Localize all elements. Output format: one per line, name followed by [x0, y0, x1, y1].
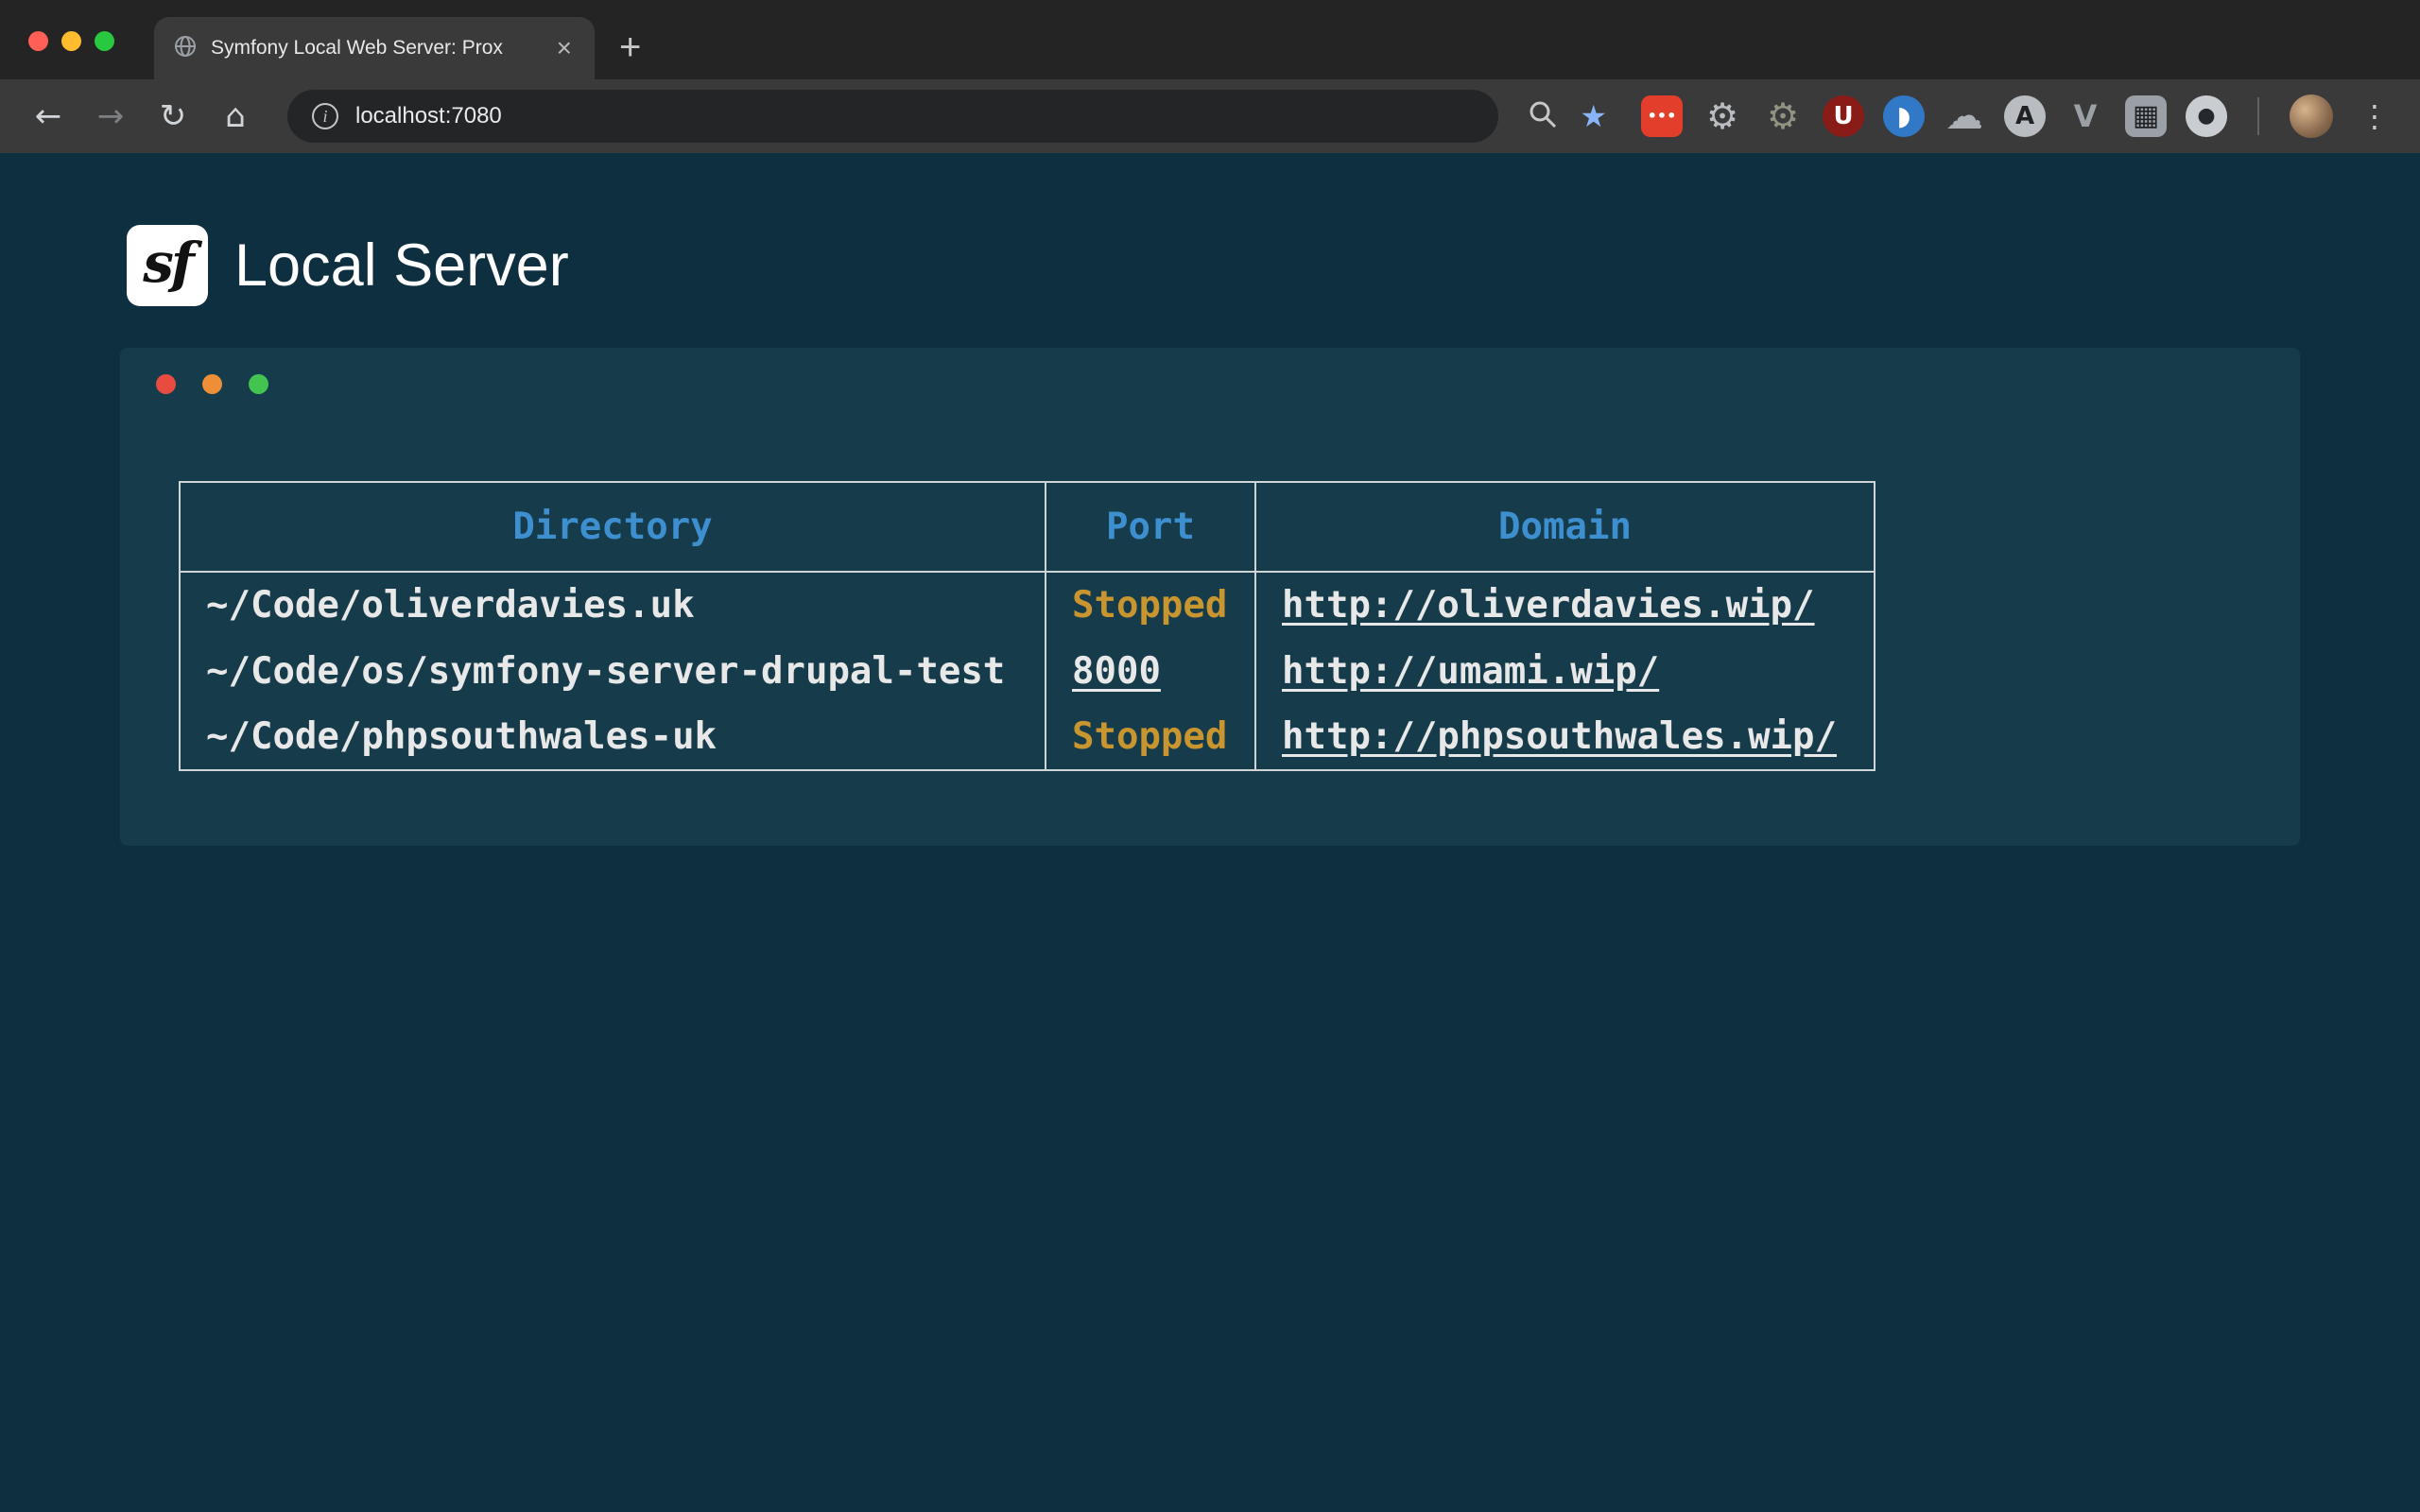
tab-close-icon[interactable]: ×	[553, 35, 576, 61]
port-stopped-label: Stopped	[1072, 715, 1227, 758]
browser-menu-icon[interactable]: ⋮	[2354, 98, 2395, 134]
toolbar-right: ★ ••• ⚙ ⚙ U ◗ ☁ AV ▦ ● ⋮	[1527, 94, 2395, 138]
server-table: Directory Port Domain ~/Code/oliverdavie…	[179, 481, 1876, 771]
extension-octocat-icon[interactable]: ●	[2186, 95, 2227, 137]
domain-cell: http://umami.wip/	[1255, 638, 1875, 704]
table-row: ~/Code/phpsouthwales-uk Stopped http://php…	[180, 704, 1875, 770]
symfony-logo: sf	[127, 225, 208, 306]
extension-gear-icon[interactable]: ⚙	[1702, 95, 1743, 137]
browser-toolbar: ← → ↻ ⌂ i localhost:7080 ★ ••• ⚙ ⚙ U ◗ ☁ AV ▦ ● …	[0, 79, 2420, 153]
table-row: ~/Code/os/symfony-server-drupal-test 8000…	[180, 638, 1875, 704]
panel-dot-orange	[202, 374, 222, 394]
zoom-icon[interactable]	[1527, 98, 1559, 135]
panel-window-dots	[156, 374, 268, 394]
domain-link[interactable]: http://umami.wip/	[1282, 650, 1659, 693]
window-close-button[interactable]	[28, 31, 48, 51]
table-row: ~/Code/oliverdavies.uk Stopped http://oliv…	[180, 572, 1875, 638]
extensions: ••• ⚙ ⚙ U ◗ ☁ AV ▦ ●	[1641, 95, 2227, 137]
table-header-row: Directory Port Domain	[180, 482, 1875, 572]
forward-icon[interactable]: →	[87, 100, 134, 132]
panel-dot-red	[156, 374, 176, 394]
page-title: Local Server	[234, 232, 569, 300]
extension-cloud-icon[interactable]: ☁	[1944, 95, 1985, 137]
browser-tab[interactable]: Symfony Local Web Server: Prox ×	[154, 17, 595, 79]
port-cell: 8000	[1046, 638, 1255, 704]
directory-cell: ~/Code/os/symfony-server-drupal-test	[180, 638, 1046, 704]
directory-cell: ~/Code/phpsouthwales-uk	[180, 704, 1046, 770]
panel-dot-green	[249, 374, 268, 394]
window-zoom-button[interactable]	[95, 31, 114, 51]
extension-v-icon[interactable]: V	[2065, 95, 2106, 137]
bookmark-star-icon[interactable]: ★	[1580, 101, 1607, 131]
profile-avatar[interactable]	[2290, 94, 2333, 138]
domain-link[interactable]: http://oliverdavies.wip/	[1282, 584, 1815, 627]
server-table-body: ~/Code/oliverdavies.uk Stopped http://oliv…	[180, 572, 1875, 770]
domain-cell: http://oliverdavies.wip/	[1255, 572, 1875, 638]
window-controls	[28, 31, 114, 51]
url-text: localhost:7080	[355, 103, 502, 129]
home-icon[interactable]: ⌂	[212, 100, 259, 132]
directory-cell: ~/Code/oliverdavies.uk	[180, 572, 1046, 638]
back-icon[interactable]: ←	[25, 100, 72, 132]
port-link[interactable]: 8000	[1072, 650, 1161, 693]
port-stopped-label: Stopped	[1072, 584, 1227, 627]
reload-icon[interactable]: ↻	[149, 100, 197, 132]
port-cell: Stopped	[1046, 572, 1255, 638]
address-bar[interactable]: i localhost:7080	[287, 90, 1498, 143]
brand-header: sf Local Server	[127, 225, 2420, 306]
extension-ublock-icon[interactable]: U	[1823, 95, 1864, 137]
header-directory: Directory	[180, 482, 1046, 572]
tab-favicon-globe-icon	[173, 34, 198, 63]
window-minimize-button[interactable]	[61, 31, 81, 51]
new-tab-button[interactable]: +	[619, 28, 641, 66]
extension-cog-icon[interactable]: ⚙	[1762, 95, 1804, 137]
extension-grid-icon[interactable]: ▦	[2125, 95, 2167, 137]
tab-title: Symfony Local Web Server: Prox	[211, 37, 540, 60]
extension-blue-circle-icon[interactable]: ◗	[1883, 95, 1925, 137]
tab-strip: Symfony Local Web Server: Prox × +	[0, 0, 2420, 79]
server-panel: Directory Port Domain ~/Code/oliverdavie…	[120, 348, 2300, 846]
port-cell: Stopped	[1046, 704, 1255, 770]
extension-a-badge-icon[interactable]: A	[2004, 95, 2046, 137]
domain-cell: http://phpsouthwales.wip/	[1255, 704, 1875, 770]
domain-link[interactable]: http://phpsouthwales.wip/	[1282, 715, 1837, 758]
symfony-logo-glyph: sf	[143, 231, 192, 301]
header-port: Port	[1046, 482, 1255, 572]
header-domain: Domain	[1255, 482, 1875, 572]
toolbar-separator	[2257, 97, 2259, 135]
extension-red-dots-icon[interactable]: •••	[1641, 95, 1683, 137]
site-info-icon[interactable]: i	[312, 103, 338, 129]
